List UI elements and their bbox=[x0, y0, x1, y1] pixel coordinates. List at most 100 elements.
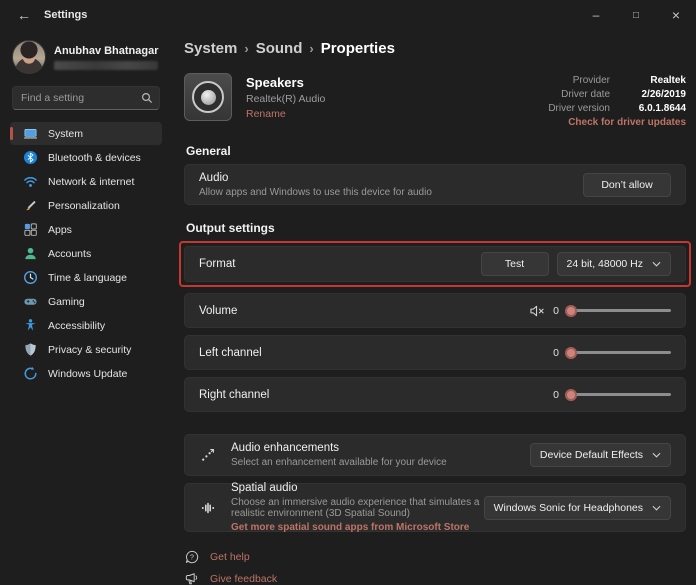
breadcrumb-separator: › bbox=[309, 41, 313, 56]
spatial-subtitle: Choose an immersive audio experience tha… bbox=[231, 497, 484, 519]
device-description: Realtek(R) Audio bbox=[246, 93, 325, 105]
close-icon[interactable]: × bbox=[656, 0, 696, 30]
feedback-megaphone-icon bbox=[184, 572, 200, 585]
driver-label: Driver version bbox=[548, 103, 610, 114]
sidebar-item-label: System bbox=[48, 128, 83, 140]
volume-value: 0 bbox=[553, 305, 559, 317]
search-input[interactable] bbox=[21, 92, 141, 104]
bluetooth-icon bbox=[22, 150, 38, 166]
format-dropdown[interactable]: 24 bit, 48000 Hz bbox=[557, 252, 671, 276]
driver-value: 2/26/2019 bbox=[624, 89, 686, 100]
system-icon bbox=[22, 126, 38, 142]
rename-link[interactable]: Rename bbox=[246, 108, 325, 120]
enhancements-value: Device Default Effects bbox=[540, 449, 643, 461]
right-channel-slider-thumb[interactable] bbox=[565, 389, 577, 401]
titlebar: ← Settings – □ × bbox=[0, 0, 696, 30]
device-header: Speakers Realtek(R) Audio Rename Provide… bbox=[184, 73, 686, 128]
sidebar-item-accessibility[interactable]: Accessibility bbox=[10, 314, 162, 337]
right-channel-card: Right channel 0 bbox=[184, 377, 686, 412]
apps-icon bbox=[22, 222, 38, 238]
right-channel-slider[interactable] bbox=[567, 393, 671, 396]
format-card: Format Test 24 bit, 48000 Hz bbox=[184, 246, 686, 282]
spatial-dropdown[interactable]: Windows Sonic for Headphones bbox=[484, 496, 671, 520]
red-annotation-box: Format Test 24 bit, 48000 Hz bbox=[179, 241, 691, 287]
driver-label: Provider bbox=[573, 75, 610, 86]
driver-label: Driver date bbox=[561, 89, 610, 100]
sidebar-item-label: Accounts bbox=[48, 248, 91, 260]
footer-links: ? Get help Give feedback bbox=[184, 550, 686, 585]
sidebar-item-windows-update[interactable]: Windows Update bbox=[10, 362, 162, 385]
maximize-icon[interactable]: □ bbox=[616, 0, 656, 30]
dont-allow-button[interactable]: Don’t allow bbox=[583, 173, 671, 197]
left-channel-slider[interactable] bbox=[567, 351, 671, 354]
user-profile[interactable]: Anubhav Bhatnagar bbox=[12, 40, 160, 74]
right-channel-label: Right channel bbox=[199, 389, 269, 401]
back-icon[interactable]: ← bbox=[12, 4, 36, 26]
sidebar-item-network-internet[interactable]: Network & internet bbox=[10, 170, 162, 193]
search-box[interactable] bbox=[12, 86, 160, 110]
driver-date-row: Driver date 2/26/2019 bbox=[548, 89, 686, 100]
user-email-redacted bbox=[54, 61, 158, 70]
driver-info: Provider Realtek Driver date 2/26/2019 D… bbox=[548, 73, 686, 128]
sidebar-item-privacy-security[interactable]: Privacy & security bbox=[10, 338, 162, 361]
sidebar-item-personalization[interactable]: Personalization bbox=[10, 194, 162, 217]
settings-window: ← Settings – □ × Anubhav Bhatnagar bbox=[0, 0, 696, 585]
breadcrumb: System › Sound › Properties bbox=[184, 40, 686, 57]
spatial-store-link[interactable]: Get more spatial sound apps from Microso… bbox=[231, 522, 484, 533]
right-channel-value: 0 bbox=[553, 389, 559, 401]
user-name: Anubhav Bhatnagar bbox=[54, 45, 159, 57]
sidebar-item-label: Personalization bbox=[48, 200, 120, 212]
check-driver-updates-link[interactable]: Check for driver updates bbox=[548, 117, 686, 128]
help-icon: ? bbox=[184, 550, 200, 564]
main-content: System › Sound › Properties Speakers Rea… bbox=[170, 30, 696, 585]
format-value: 24 bit, 48000 Hz bbox=[567, 258, 643, 270]
driver-provider-row: Provider Realtek bbox=[548, 75, 686, 86]
sidebar-item-label: Bluetooth & devices bbox=[48, 152, 141, 164]
sidebar-item-gaming[interactable]: Gaming bbox=[10, 290, 162, 313]
accessibility-icon bbox=[22, 318, 38, 334]
audio-enhancements-card: Audio enhancements Select an enhancement… bbox=[184, 434, 686, 476]
left-channel-slider-thumb[interactable] bbox=[565, 347, 577, 359]
speaker-device-icon bbox=[184, 73, 232, 121]
give-feedback-link[interactable]: Give feedback bbox=[184, 572, 686, 585]
minimize-icon[interactable]: – bbox=[576, 0, 616, 30]
left-channel-card: Left channel 0 bbox=[184, 335, 686, 370]
sidebar-item-system[interactable]: System bbox=[10, 122, 162, 145]
breadcrumb-properties: Properties bbox=[321, 40, 395, 57]
game-controller-icon bbox=[22, 294, 38, 310]
chevron-down-icon bbox=[652, 261, 661, 267]
sidebar: Anubhav Bhatnagar System Bluetooth & dev… bbox=[0, 30, 170, 585]
test-button[interactable]: Test bbox=[481, 252, 549, 276]
get-help-link[interactable]: ? Get help bbox=[184, 550, 686, 564]
sidebar-item-label: Time & language bbox=[48, 272, 127, 284]
driver-value: Realtek bbox=[624, 75, 686, 86]
driver-value: 6.0.1.8644 bbox=[624, 103, 686, 114]
shield-icon bbox=[22, 342, 38, 358]
sidebar-item-label: Accessibility bbox=[48, 320, 105, 332]
audio-subtitle: Allow apps and Windows to use this devic… bbox=[199, 187, 432, 198]
sidebar-item-label: Apps bbox=[48, 224, 72, 236]
sidebar-item-time-language[interactable]: Time & language bbox=[10, 266, 162, 289]
mute-icon[interactable] bbox=[530, 305, 545, 317]
left-channel-label: Left channel bbox=[199, 347, 262, 359]
breadcrumb-system[interactable]: System bbox=[184, 40, 237, 57]
sidebar-item-label: Gaming bbox=[48, 296, 85, 308]
sidebar-item-label: Windows Update bbox=[48, 368, 127, 380]
volume-slider-thumb[interactable] bbox=[565, 305, 577, 317]
wifi-icon bbox=[22, 174, 38, 190]
breadcrumb-sound[interactable]: Sound bbox=[256, 40, 303, 57]
volume-label: Volume bbox=[199, 305, 237, 317]
spatial-value: Windows Sonic for Headphones bbox=[494, 502, 643, 514]
output-settings-heading: Output settings bbox=[186, 221, 686, 235]
avatar bbox=[12, 40, 46, 74]
sidebar-nav: System Bluetooth & devices Network & int… bbox=[10, 122, 162, 385]
volume-card: Volume 0 bbox=[184, 293, 686, 328]
window-controls: – □ × bbox=[576, 0, 696, 30]
person-icon bbox=[22, 246, 38, 262]
volume-slider[interactable] bbox=[567, 309, 671, 312]
sidebar-item-apps[interactable]: Apps bbox=[10, 218, 162, 241]
sidebar-item-accounts[interactable]: Accounts bbox=[10, 242, 162, 265]
sidebar-item-label: Privacy & security bbox=[48, 344, 131, 356]
sidebar-item-bluetooth-devices[interactable]: Bluetooth & devices bbox=[10, 146, 162, 169]
enhancements-dropdown[interactable]: Device Default Effects bbox=[530, 443, 671, 467]
